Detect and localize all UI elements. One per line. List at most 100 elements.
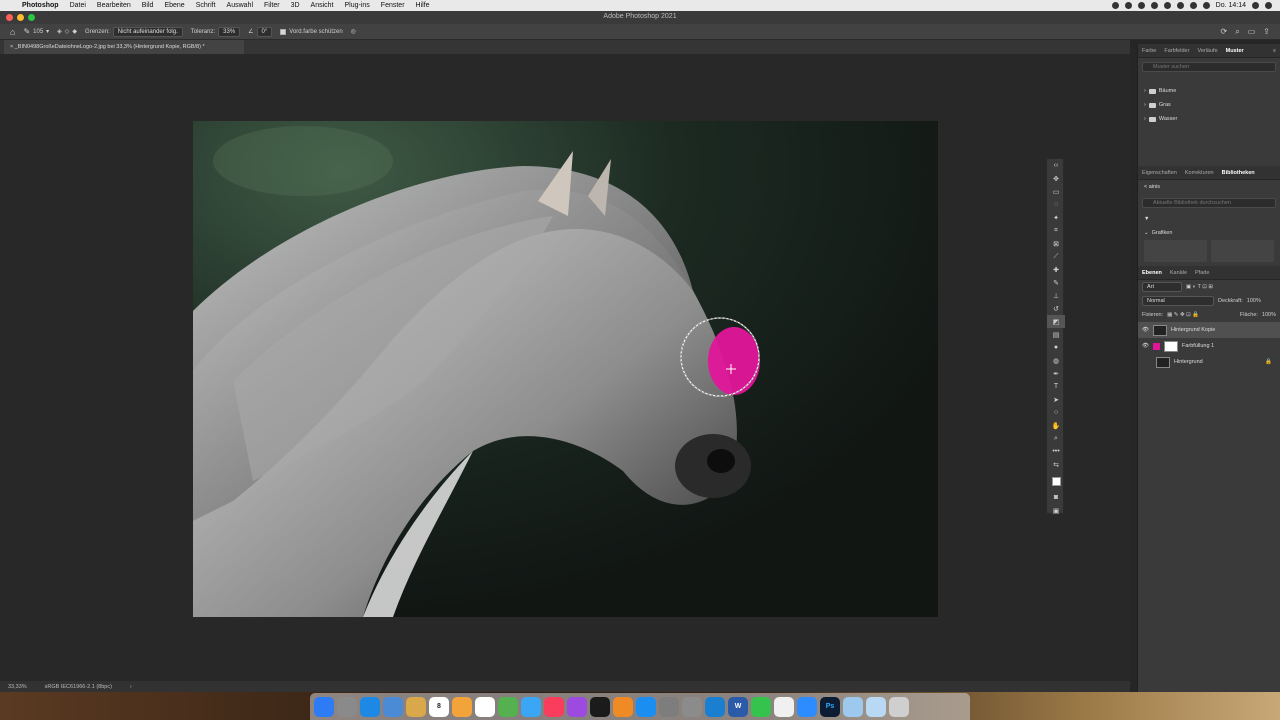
- document-tab[interactable]: × _BIN0498GroßeDateiohneLogo-2.jpg bei 3…: [4, 40, 244, 54]
- menu-hilfe[interactable]: Hilfe: [416, 2, 430, 9]
- finder-icon[interactable]: [314, 696, 334, 717]
- fill-input[interactable]: 100%: [1262, 312, 1280, 318]
- menu-3d[interactable]: 3D: [291, 2, 300, 9]
- whatsapp-icon[interactable]: [751, 696, 771, 717]
- share-icon[interactable]: ⟳: [1221, 27, 1228, 37]
- trash-icon[interactable]: [889, 696, 909, 717]
- record-icon[interactable]: [1111, 2, 1119, 9]
- tab-verlaeufe[interactable]: Verläufe: [1193, 48, 1221, 54]
- protect-foreground-checkbox[interactable]: [280, 28, 287, 35]
- library-section-grafiken[interactable]: ⌄ Grafiken: [1138, 226, 1280, 240]
- tab-farbfelder[interactable]: Farbfelder: [1160, 48, 1193, 54]
- color-profile[interactable]: sRGB IEC61966-2.1 (8bpc): [45, 684, 112, 690]
- sampling-options[interactable]: ◈ ◇ ◆: [57, 28, 77, 35]
- limits-select[interactable]: Nicht aufeinander folg.: [112, 26, 183, 37]
- lock-icons[interactable]: ▦ ✎ ✥ ⊡ 🔒: [1167, 312, 1199, 318]
- pattern-folder-baeume[interactable]: › Bäume: [1138, 84, 1280, 98]
- marquee-tool-icon[interactable]: ▭: [1047, 185, 1065, 198]
- music-icon[interactable]: [544, 696, 564, 717]
- zoom-icon[interactable]: [797, 696, 817, 717]
- word-icon[interactable]: W: [728, 696, 748, 717]
- workspace-icon[interactable]: ▭: [1248, 27, 1256, 37]
- photos-icon[interactable]: [452, 696, 472, 717]
- tool-preset-picker[interactable]: ✎ 105 ▾: [23, 27, 49, 36]
- eyedropper-tool-icon[interactable]: ⟋: [1047, 250, 1065, 263]
- type-tool-icon[interactable]: T: [1047, 380, 1065, 393]
- opacity-input[interactable]: 100%: [1247, 298, 1261, 304]
- menu-bild[interactable]: Bild: [142, 2, 154, 9]
- layer-row-hintergrund-kopie[interactable]: 👁 Hintergrund Kopie: [1138, 322, 1280, 338]
- menu-auswahl[interactable]: Auswahl: [227, 2, 253, 9]
- move-tool-icon[interactable]: ✥: [1047, 172, 1065, 185]
- menu-datei[interactable]: Datei: [70, 2, 86, 9]
- crop-tool-icon[interactable]: ⌗: [1047, 224, 1065, 237]
- tab-eigenschaften[interactable]: Eigenschaften: [1138, 170, 1181, 176]
- library-graphic-item[interactable]: [1211, 240, 1274, 262]
- menubar-clock[interactable]: Do. 14:14: [1216, 2, 1246, 9]
- library-back-link[interactable]: < ainis: [1138, 180, 1280, 194]
- preview-icon[interactable]: [383, 696, 403, 717]
- blend-mode-select[interactable]: Normal: [1142, 296, 1214, 306]
- menu-filter[interactable]: Filter: [264, 2, 280, 9]
- settings-icon[interactable]: [682, 696, 702, 717]
- tv-icon[interactable]: [590, 696, 610, 717]
- pressure-size-icon[interactable]: ◎: [351, 28, 356, 35]
- healing-brush-tool-icon[interactable]: ✚: [1047, 263, 1065, 276]
- menu-photoshop[interactable]: Photoshop: [22, 2, 59, 9]
- pattern-folder-wasser[interactable]: › Wasser: [1138, 112, 1280, 126]
- menu-schrift[interactable]: Schrift: [196, 2, 216, 9]
- tab-pfade[interactable]: Pfade: [1191, 270, 1213, 276]
- books-icon[interactable]: [613, 696, 633, 717]
- calendar-icon[interactable]: 8: [429, 696, 449, 717]
- bluetooth-icon[interactable]: [1163, 2, 1171, 9]
- creative-cloud-icon[interactable]: [1124, 2, 1132, 9]
- quick-mask-icon[interactable]: ◙: [1047, 491, 1065, 504]
- library-search-input[interactable]: Aktuelle Bibliothek durchsuchen: [1142, 198, 1276, 208]
- layer-row-hintergrund[interactable]: Hintergrund 🔒: [1138, 354, 1280, 370]
- safari-icon[interactable]: [360, 696, 380, 717]
- path-selection-tool-icon[interactable]: ➤: [1047, 393, 1065, 406]
- lasso-tool-icon[interactable]: ◌: [1047, 198, 1065, 211]
- tab-bibliotheken[interactable]: Bibliotheken: [1218, 170, 1259, 176]
- search-icon[interactable]: [1202, 2, 1210, 9]
- tab-ebenen[interactable]: Ebenen: [1138, 270, 1166, 276]
- downloads-icon[interactable]: [866, 696, 886, 717]
- angle-input[interactable]: 0°: [256, 26, 273, 37]
- siri-icon[interactable]: [1252, 2, 1259, 9]
- document-icon[interactable]: [774, 696, 794, 717]
- hand-tool-icon[interactable]: ✋: [1047, 419, 1065, 432]
- tab-kanaele[interactable]: Kanäle: [1166, 270, 1191, 276]
- control-center-icon[interactable]: [1265, 2, 1272, 9]
- share-export-icon[interactable]: ⇪: [1263, 27, 1270, 37]
- launchpad-icon[interactable]: [337, 696, 357, 717]
- clone-stamp-tool-icon[interactable]: ⊥: [1047, 289, 1065, 302]
- battery-icon[interactable]: [1189, 2, 1197, 9]
- menu-plugins[interactable]: Plug-ins: [345, 2, 370, 9]
- home-icon[interactable]: ⌂: [10, 27, 15, 37]
- menu-bearbeiten[interactable]: Bearbeiten: [97, 2, 131, 9]
- tab-muster[interactable]: Muster: [1222, 48, 1248, 54]
- history-brush-tool-icon[interactable]: ↺: [1047, 302, 1065, 315]
- tab-korrekturen[interactable]: Korrekturen: [1181, 170, 1218, 176]
- blur-tool-icon[interactable]: ●: [1047, 341, 1065, 354]
- zoom-level[interactable]: 33,33%: [8, 684, 27, 690]
- foreground-background-colors[interactable]: [1047, 471, 1065, 491]
- gradient-tool-icon[interactable]: ▤: [1047, 328, 1065, 341]
- status-menu-icon[interactable]: ›: [130, 684, 132, 690]
- panel-menu-icon[interactable]: ≡: [1269, 48, 1280, 54]
- photoshop-icon[interactable]: Ps: [820, 696, 840, 717]
- frame-tool-icon[interactable]: ⊠: [1047, 237, 1065, 250]
- wifi-icon[interactable]: [1176, 2, 1184, 9]
- eye-icon[interactable]: 👁: [1142, 327, 1149, 333]
- reminders-icon[interactable]: [475, 696, 495, 717]
- sampling-once-icon[interactable]: ◇: [65, 28, 70, 35]
- sampling-swatch-icon[interactable]: ◆: [72, 28, 77, 35]
- close-tab-icon[interactable]: ×: [10, 44, 13, 50]
- app-store-icon[interactable]: [636, 696, 656, 717]
- messages-icon[interactable]: [521, 696, 541, 717]
- dropbox-icon[interactable]: [1137, 2, 1145, 9]
- tab-farbe[interactable]: Farbe: [1138, 48, 1160, 54]
- layer-filter-icons[interactable]: ▣ ◐ T ⊡ ⊞: [1186, 284, 1213, 290]
- tolerance-input[interactable]: 33%: [218, 26, 241, 37]
- sampling-continuous-icon[interactable]: ◈: [57, 28, 62, 35]
